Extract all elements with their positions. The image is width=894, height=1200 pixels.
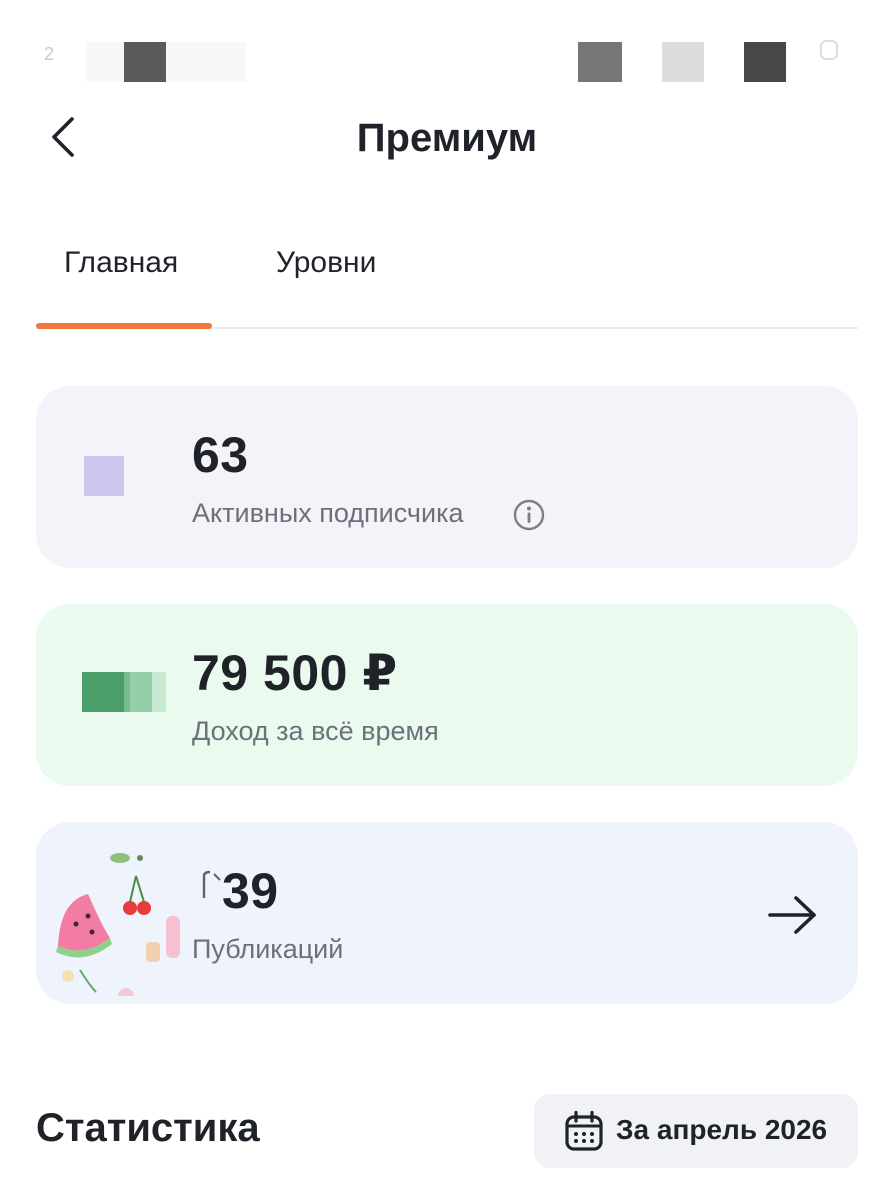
- battery-icon: [744, 42, 786, 82]
- subscribers-icon: [82, 452, 126, 517]
- active-tab-indicator: [36, 323, 212, 329]
- income-label: Доход за всё время: [192, 716, 439, 746]
- wifi-icon: [662, 42, 704, 82]
- publications-count: 39: [222, 863, 279, 919]
- subscribers-card: 63 Активных подписчика: [36, 386, 858, 568]
- status-bar: 2: [0, 0, 894, 100]
- arrow-right-icon: [768, 896, 816, 934]
- statistics-title: Статистика: [36, 1106, 260, 1150]
- income-total: 79 500 ₽: [192, 645, 398, 701]
- income-icon: [82, 670, 168, 721]
- signal-icon: [578, 42, 622, 82]
- page-title: Премиум: [356, 116, 538, 160]
- battery-tip-icon: [820, 40, 838, 60]
- tab-levels[interactable]: Уровни: [276, 246, 376, 280]
- period-select-button[interactable]: За апрель 2026: [534, 1094, 858, 1168]
- watermelon-sticker-icon: [40, 846, 190, 1004]
- status-icon-placeholder: [86, 42, 246, 82]
- calendar-icon: [564, 1110, 604, 1157]
- subscribers-label: Активных подписчика: [192, 498, 464, 528]
- status-time: 2: [44, 44, 55, 64]
- income-card: 79 500 ₽ Доход за всё время: [36, 604, 858, 786]
- publications-label: Публикаций: [192, 934, 344, 964]
- period-label: За апрель 2026: [616, 1114, 828, 1145]
- decoration-glyph-icon: [202, 870, 221, 898]
- status-icon-placeholder: [124, 42, 166, 82]
- publications-card[interactable]: 39 Публикаций: [36, 822, 858, 1004]
- premium-page: 2 Премиум Главная Уровни 63 Активных под…: [0, 0, 894, 1200]
- tab-main[interactable]: Главная: [64, 246, 178, 280]
- tab-bar: Главная Уровни: [36, 232, 858, 332]
- publications-open-button[interactable]: [764, 892, 824, 938]
- subscribers-count: 63: [192, 427, 249, 483]
- header: Премиум: [0, 100, 894, 176]
- info-icon[interactable]: [512, 498, 546, 537]
